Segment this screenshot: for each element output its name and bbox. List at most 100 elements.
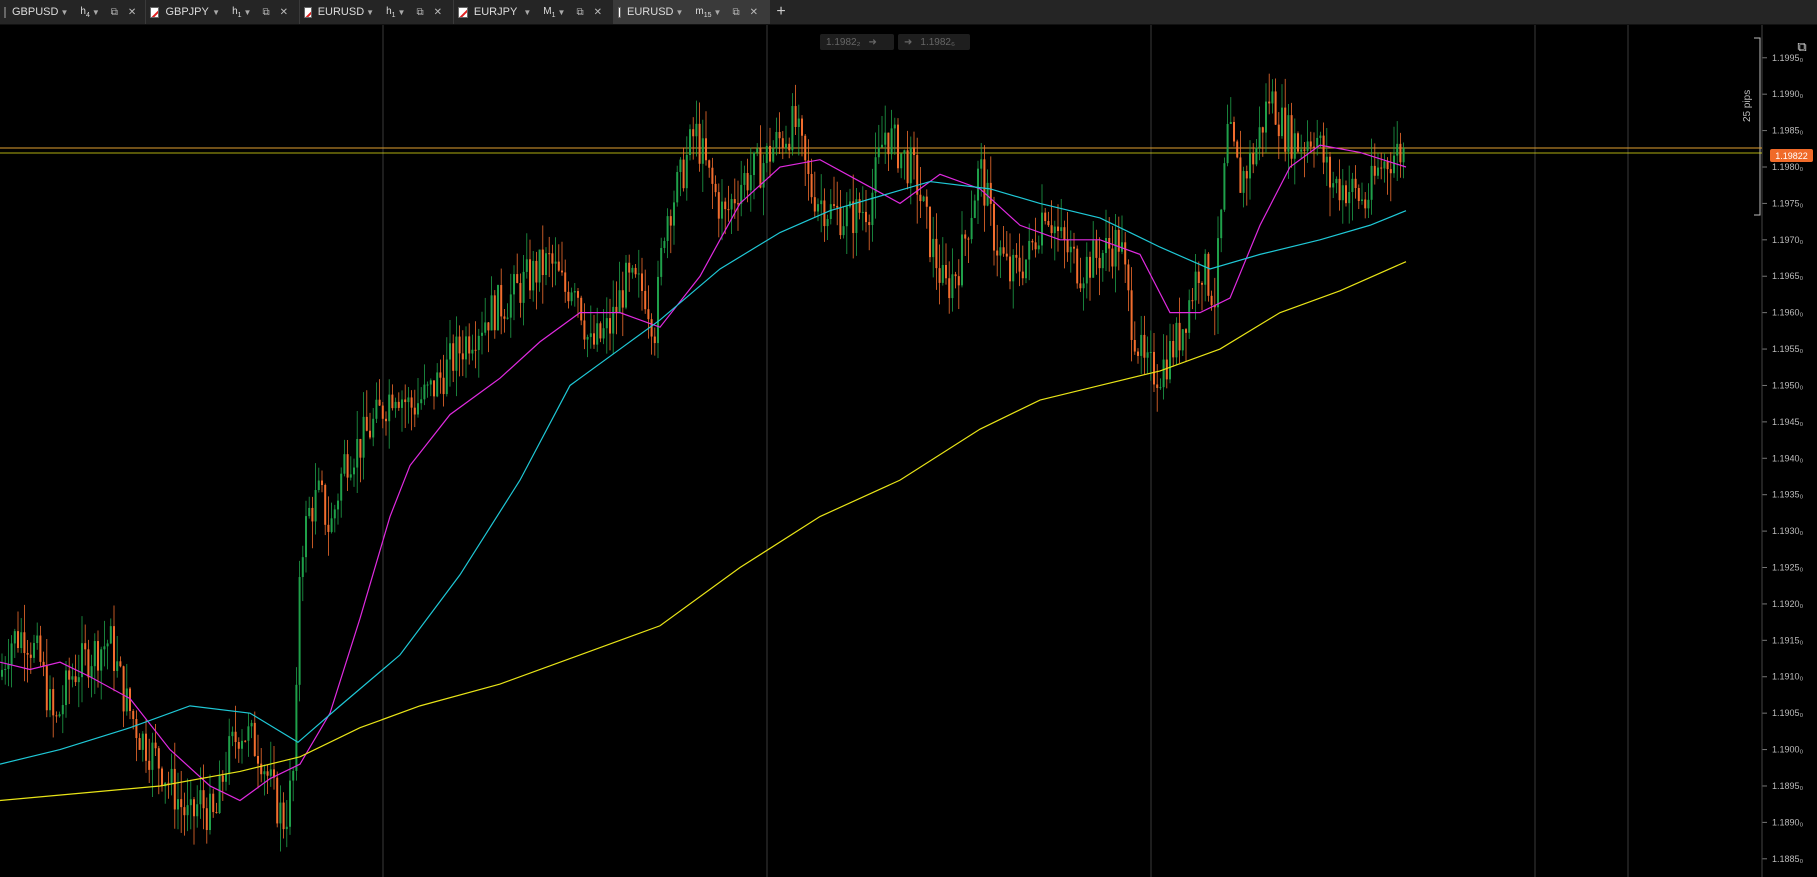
candle-body	[759, 148, 762, 188]
candle-body	[337, 500, 339, 510]
popout-icon[interactable]: ⧉	[576, 7, 583, 18]
chart-tab-active[interactable]: EURUSD ▼ m15 ▼ ⧉ ✕	[614, 0, 770, 24]
candle-body	[532, 260, 535, 291]
symbol-dropdown-icon[interactable]: ▼	[60, 8, 68, 17]
candle-body	[1236, 141, 1239, 158]
timeframe-dropdown-icon[interactable]: ▼	[558, 8, 566, 17]
candle-body	[1076, 248, 1079, 284]
tab-symbol: GBPJPY	[165, 6, 209, 18]
candle-body	[849, 201, 851, 207]
candle-body	[1034, 242, 1037, 250]
popout-icon[interactable]: ⧉	[416, 7, 423, 18]
timeframe-dropdown-icon[interactable]: ▼	[714, 8, 722, 17]
candle-body	[170, 768, 173, 784]
buy-price-button[interactable]: ➜ 1.1982₆	[898, 34, 970, 50]
timeframe-dropdown-icon[interactable]: ▼	[398, 8, 406, 17]
candle-body	[33, 643, 35, 658]
candle-body	[413, 407, 416, 415]
popout-icon[interactable]: ⧉	[111, 7, 118, 18]
candle-body	[567, 291, 570, 302]
close-icon[interactable]: ✕	[280, 7, 288, 18]
tab-timeframe[interactable]: M1	[543, 6, 555, 19]
candle-body	[26, 653, 29, 655]
tab-timeframe[interactable]: m15	[695, 6, 711, 19]
candle-body	[1396, 143, 1399, 156]
axis-tick-label: 1.1965₀	[1772, 271, 1804, 281]
symbol-dropdown-icon[interactable]: ▼	[523, 8, 531, 17]
chart-tab[interactable]: EURUSD ▼ h1 ▼ ⧉ ✕	[300, 0, 454, 24]
candle-body	[1223, 163, 1226, 210]
candle-body	[301, 557, 304, 578]
candle-body	[1137, 351, 1139, 356]
candle-body	[842, 226, 845, 236]
candle-body	[154, 742, 157, 749]
tab-timeframe[interactable]: h4	[80, 6, 89, 19]
candle-body	[125, 688, 128, 712]
candle-body	[71, 676, 74, 680]
candle-body	[244, 740, 247, 742]
candle-body	[714, 183, 717, 193]
candle-body	[353, 467, 355, 475]
candle-body	[1332, 183, 1335, 188]
candle-body	[1002, 247, 1005, 254]
symbol-dropdown-icon[interactable]: ▼	[366, 8, 374, 17]
candle-body	[618, 290, 621, 314]
candle-body	[679, 159, 682, 173]
candle-body	[1341, 185, 1344, 201]
symbol-dropdown-icon[interactable]: ▼	[675, 8, 683, 17]
axis-tick-label: 1.1945₀	[1772, 417, 1804, 427]
timeframe-dropdown-icon[interactable]: ▼	[92, 8, 100, 17]
chart-tab[interactable]: GBPUSD ▼ h4 ▼ ⧉ ✕	[0, 0, 146, 24]
candle-body	[196, 804, 199, 817]
candle-body	[349, 474, 352, 478]
close-icon[interactable]: ✕	[594, 7, 602, 18]
candle-body	[685, 154, 688, 189]
candle-body	[90, 666, 93, 678]
candle-body	[970, 217, 973, 240]
candle-body	[545, 253, 547, 276]
popout-icon[interactable]: ⧉	[732, 7, 739, 18]
candle-body	[609, 318, 611, 334]
candle-body	[957, 276, 960, 286]
popout-icon[interactable]: ⧉	[262, 7, 269, 18]
chart-tab[interactable]: EURJPY ▼ M1 ▼ ⧉ ✕	[454, 0, 614, 24]
arrow-right-icon: ➜	[904, 36, 913, 48]
close-icon[interactable]: ✕	[434, 7, 442, 18]
timeframe-dropdown-icon[interactable]: ▼	[244, 8, 252, 17]
sell-price-button[interactable]: 1.1982₂ ➜	[820, 34, 894, 50]
tab-timeframe[interactable]: h1	[386, 6, 395, 19]
candle-body	[324, 485, 327, 525]
popout-icon[interactable]: ⧉	[1793, 38, 1811, 56]
axis-tick-label: 1.1910₀	[1772, 672, 1804, 682]
candle-body	[977, 168, 979, 201]
candle-body	[436, 372, 439, 397]
candle-body	[589, 333, 592, 337]
plus-icon[interactable]: +	[770, 0, 792, 24]
close-icon[interactable]: ✕	[128, 7, 136, 18]
candle-body	[535, 260, 538, 283]
candle-body	[657, 276, 659, 344]
ma-mid-line	[0, 180, 1407, 765]
close-icon[interactable]: ✕	[750, 7, 758, 18]
symbol-dropdown-icon[interactable]: ▼	[212, 8, 220, 17]
candle-body	[97, 641, 99, 671]
candle-body	[1175, 322, 1178, 358]
candle-body	[484, 322, 487, 333]
candle-body	[1101, 253, 1104, 269]
price-chart[interactable]: 1.1995₀1.1990₀1.1985₀1.1980₀1.1975₀1.197…	[0, 25, 1817, 877]
candle-body	[1287, 115, 1290, 152]
candle-body	[1130, 290, 1133, 340]
candle-body	[513, 274, 515, 295]
candle-body	[157, 748, 160, 769]
candle-body	[743, 173, 746, 185]
candle-body	[1037, 245, 1040, 250]
candle-body	[10, 643, 13, 665]
candle-body	[586, 336, 589, 340]
candle-body	[1290, 115, 1293, 159]
candle-body	[260, 763, 263, 775]
tab-timeframe[interactable]: h1	[232, 6, 241, 19]
candle-body	[1149, 351, 1152, 353]
axis-tick-label: 1.1900₀	[1772, 745, 1804, 755]
axis-tick-label: 1.1925₀	[1772, 563, 1804, 573]
chart-tab[interactable]: GBPJPY ▼ h1 ▼ ⧉ ✕	[146, 0, 300, 24]
